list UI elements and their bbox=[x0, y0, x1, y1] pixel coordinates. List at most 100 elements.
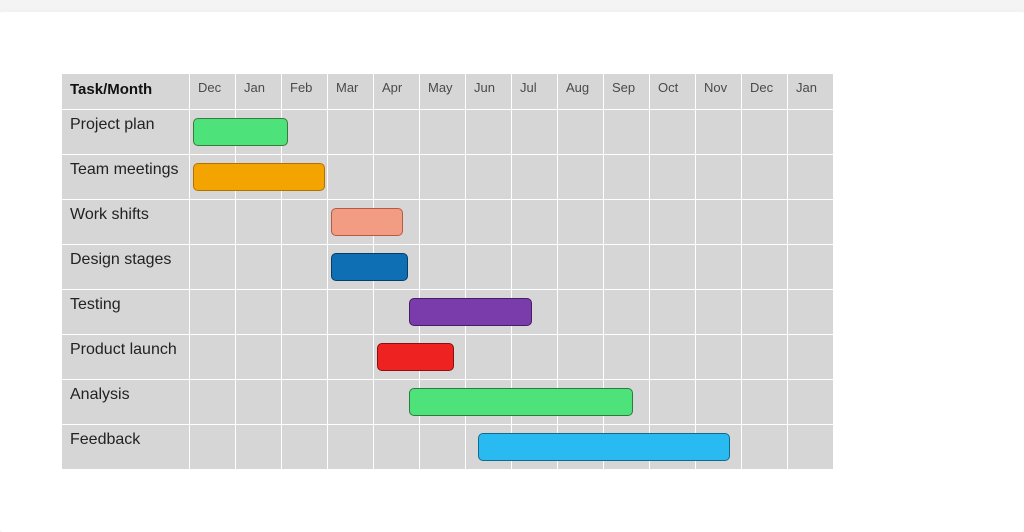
gantt-cell bbox=[466, 290, 512, 335]
gantt-cell bbox=[650, 155, 696, 200]
gantt-cell bbox=[512, 290, 558, 335]
gantt-cell bbox=[742, 155, 788, 200]
task-label: Analysis bbox=[62, 380, 190, 425]
gantt-cell bbox=[558, 110, 604, 155]
gantt-cell bbox=[650, 290, 696, 335]
gantt-cell bbox=[328, 380, 374, 425]
month-header: Apr bbox=[374, 74, 420, 110]
gantt-cell bbox=[282, 335, 328, 380]
gantt-cell bbox=[466, 155, 512, 200]
task-label: Design stages bbox=[62, 245, 190, 290]
gantt-cell bbox=[696, 335, 742, 380]
month-header: Nov bbox=[696, 74, 742, 110]
gantt-cell bbox=[558, 200, 604, 245]
gantt-cell bbox=[328, 290, 374, 335]
gantt-cell bbox=[512, 245, 558, 290]
gantt-cell bbox=[420, 155, 466, 200]
gantt-cell bbox=[650, 110, 696, 155]
task-label: Team meetings bbox=[62, 155, 190, 200]
gantt-cell bbox=[788, 290, 834, 335]
gantt-cell bbox=[650, 335, 696, 380]
gantt-cell bbox=[512, 155, 558, 200]
gantt-cell bbox=[466, 110, 512, 155]
gantt-cell bbox=[558, 425, 604, 470]
gantt-cell bbox=[558, 155, 604, 200]
gantt-cell bbox=[420, 425, 466, 470]
gantt-cell bbox=[282, 245, 328, 290]
gantt-cell bbox=[604, 380, 650, 425]
gantt-cell bbox=[328, 335, 374, 380]
gantt-cell bbox=[420, 290, 466, 335]
gantt-cell bbox=[236, 155, 282, 200]
gantt-cell bbox=[788, 335, 834, 380]
gantt-cell bbox=[742, 425, 788, 470]
gantt-cell bbox=[374, 335, 420, 380]
gantt-cell bbox=[742, 380, 788, 425]
gantt-cell bbox=[742, 110, 788, 155]
task-label: Testing bbox=[62, 290, 190, 335]
gantt-cell bbox=[328, 425, 374, 470]
gantt-cell bbox=[604, 245, 650, 290]
gantt-cell bbox=[558, 245, 604, 290]
gantt-corner-label: Task/Month bbox=[62, 74, 190, 110]
gantt-cell bbox=[236, 335, 282, 380]
gantt-cell bbox=[742, 245, 788, 290]
month-header: Aug bbox=[558, 74, 604, 110]
gantt-cell bbox=[696, 110, 742, 155]
gantt-chart: Task/Month DecJanFebMarAprMayJunJulAugSe… bbox=[62, 74, 834, 470]
gantt-cell bbox=[650, 200, 696, 245]
gantt-cell bbox=[650, 380, 696, 425]
gantt-cell bbox=[328, 155, 374, 200]
gantt-cell bbox=[282, 155, 328, 200]
gantt-cell bbox=[328, 200, 374, 245]
month-header: Oct bbox=[650, 74, 696, 110]
gantt-cell bbox=[558, 290, 604, 335]
month-header: Sep bbox=[604, 74, 650, 110]
gantt-cell bbox=[696, 380, 742, 425]
gantt-cell bbox=[236, 245, 282, 290]
month-header: May bbox=[420, 74, 466, 110]
gantt-cell bbox=[512, 335, 558, 380]
gantt-cell bbox=[604, 290, 650, 335]
gantt-cell bbox=[236, 290, 282, 335]
gantt-cell bbox=[282, 290, 328, 335]
gantt-cell bbox=[374, 200, 420, 245]
gantt-cell bbox=[282, 200, 328, 245]
gantt-cell bbox=[282, 425, 328, 470]
gantt-cell bbox=[466, 335, 512, 380]
gantt-cell bbox=[742, 200, 788, 245]
gantt-cell bbox=[236, 425, 282, 470]
gantt-cell bbox=[650, 245, 696, 290]
gantt-cell bbox=[374, 425, 420, 470]
month-header: Feb bbox=[282, 74, 328, 110]
month-header: Jul bbox=[512, 74, 558, 110]
month-header: Dec bbox=[190, 74, 236, 110]
gantt-cell bbox=[374, 155, 420, 200]
gantt-cell bbox=[696, 425, 742, 470]
gantt-cell bbox=[466, 200, 512, 245]
gantt-cell bbox=[190, 110, 236, 155]
gantt-cell bbox=[236, 110, 282, 155]
gantt-cell bbox=[512, 425, 558, 470]
gantt-cell bbox=[236, 380, 282, 425]
gantt-cell bbox=[374, 110, 420, 155]
gantt-cell bbox=[512, 110, 558, 155]
gantt-cell bbox=[788, 425, 834, 470]
gantt-cell bbox=[604, 155, 650, 200]
gantt-cell bbox=[466, 380, 512, 425]
gantt-cell bbox=[696, 245, 742, 290]
gantt-cell bbox=[512, 200, 558, 245]
gantt-cell bbox=[190, 200, 236, 245]
gantt-cell bbox=[650, 425, 696, 470]
gantt-cell bbox=[282, 380, 328, 425]
gantt-cell bbox=[190, 425, 236, 470]
gantt-cell bbox=[282, 110, 328, 155]
gantt-cell bbox=[190, 155, 236, 200]
gantt-cell bbox=[696, 200, 742, 245]
gantt-cell bbox=[466, 245, 512, 290]
gantt-cell bbox=[420, 245, 466, 290]
month-header: Jan bbox=[788, 74, 834, 110]
gantt-cell bbox=[558, 335, 604, 380]
gantt-cell bbox=[190, 380, 236, 425]
gantt-cell bbox=[788, 380, 834, 425]
